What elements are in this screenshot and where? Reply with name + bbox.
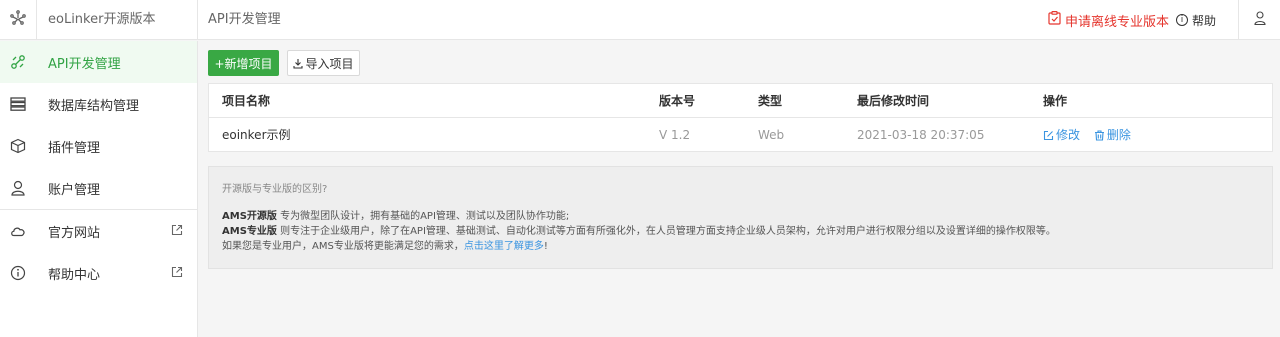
pro-user-note: 如果您是专业用户，AMS专业版将更能满足您的需求，点击这里了解更多!	[222, 239, 1272, 254]
sidebar-item-website[interactable]: 官方网站	[0, 210, 197, 252]
import-project-button[interactable]: 导入项目	[287, 50, 360, 76]
sidebar-item-label: 账户管理	[48, 182, 101, 198]
external-link-icon	[171, 266, 183, 278]
project-name[interactable]: eoinker示例	[222, 118, 291, 152]
sidebar-item-help-center[interactable]: 帮助中心	[0, 252, 197, 294]
database-icon	[10, 96, 26, 112]
learn-more-link[interactable]: 点击这里了解更多	[464, 241, 544, 252]
edit-button[interactable]: 修改	[1043, 118, 1080, 152]
column-header-type: 类型	[758, 94, 783, 108]
apply-pro-label: 申请离线专业版本	[1065, 14, 1170, 30]
info-icon	[10, 265, 26, 281]
ams-open-text: 专为微型团队设计，拥有基础的API管理、测试以及团队协作功能;	[276, 211, 570, 222]
project-version: V 1.2	[659, 128, 691, 142]
sidebar-item-label: 官方网站	[48, 225, 101, 241]
sidebar-item-label: API开发管理	[48, 56, 121, 72]
ams-pro-description: AMS专业版 则专注于企业级用户，除了在API管理、基础测试、自动化测试等方面有…	[222, 224, 1272, 239]
ams-open-description: AMS开源版 专为微型团队设计，拥有基础的API管理、测试以及团队协作功能;	[222, 209, 1272, 224]
app-title: eoLinker开源版本	[37, 0, 198, 40]
edit-icon	[1043, 130, 1056, 141]
cloud-icon	[10, 223, 26, 239]
edit-label: 修改	[1056, 128, 1081, 142]
edition-question: 开源版与专业版的区别?	[222, 184, 328, 195]
help-link[interactable]: i 帮助	[1176, 0, 1216, 40]
column-header-actions: 操作	[1043, 94, 1068, 108]
link-icon	[10, 54, 26, 70]
top-bar: eoLinker开源版本 API开发管理 申请离线专业版本 i 帮助	[0, 0, 1280, 40]
sidebar-item-label: 帮助中心	[48, 267, 101, 283]
project-type: Web	[758, 128, 785, 142]
trash-icon	[1094, 129, 1107, 141]
sidebar-item-label: 插件管理	[48, 140, 101, 156]
pro-user-tail: !	[543, 241, 548, 252]
ams-open-title: AMS开源版	[222, 211, 277, 222]
edition-info-panel: 开源版与专业版的区别? AMS开源版 专为微型团队设计，拥有基础的API管理、测…	[208, 166, 1273, 269]
info-icon: i	[1176, 14, 1188, 26]
sidebar-item-label: 数据库结构管理	[48, 98, 140, 114]
user-menu-button[interactable]	[1238, 0, 1280, 40]
sidebar-item-account[interactable]: 账户管理	[0, 167, 197, 209]
external-link-icon	[171, 224, 183, 236]
sidebar-item-database[interactable]: 数据库结构管理	[0, 83, 197, 125]
delete-button[interactable]: 删除	[1094, 118, 1131, 152]
logo[interactable]	[0, 0, 37, 40]
apply-pro-link[interactable]: 申请离线专业版本	[1048, 0, 1169, 40]
cube-icon	[10, 138, 26, 154]
project-table: 项目名称 版本号 类型 最后修改时间 操作 eoinker示例 V 1.2 We…	[208, 83, 1273, 152]
import-project-label: 导入项目	[305, 56, 354, 71]
project-modified-time: 2021-03-18 20:37:05	[857, 128, 985, 142]
eolinker-logo-icon	[9, 9, 27, 31]
column-header-modified: 最后修改时间	[857, 94, 930, 108]
sidebar-item-api-dev[interactable]: API开发管理	[0, 41, 197, 83]
sidebar-item-plugins[interactable]: 插件管理	[0, 125, 197, 167]
sidebar: API开发管理 数据库结构管理 插件管理 账户管理 官方网站 帮助中心	[0, 41, 198, 337]
page-title: API开发管理	[208, 12, 281, 27]
user-icon	[1253, 11, 1266, 29]
project-actions: 修改 删除	[1043, 118, 1141, 154]
user-icon	[10, 180, 26, 196]
table-header: 项目名称 版本号 类型 最后修改时间 操作	[209, 84, 1272, 118]
pro-user-text: 如果您是专业用户，AMS专业版将更能满足您的需求，	[222, 241, 464, 252]
clipboard-icon	[1048, 11, 1065, 29]
help-label: 帮助	[1192, 13, 1217, 28]
delete-label: 删除	[1106, 128, 1131, 142]
import-icon	[293, 58, 304, 69]
column-header-version: 版本号	[659, 94, 696, 108]
ams-pro-text: 则专注于企业级用户，除了在API管理、基础测试、自动化测试等方面有所强化外，在人…	[276, 226, 1056, 237]
table-row[interactable]: eoinker示例 V 1.2 Web 2021-03-18 20:37:05 …	[209, 118, 1272, 152]
ams-pro-title: AMS专业版	[222, 226, 277, 237]
column-header-name: 项目名称	[222, 94, 271, 108]
add-project-button[interactable]: +新增项目	[208, 50, 279, 76]
